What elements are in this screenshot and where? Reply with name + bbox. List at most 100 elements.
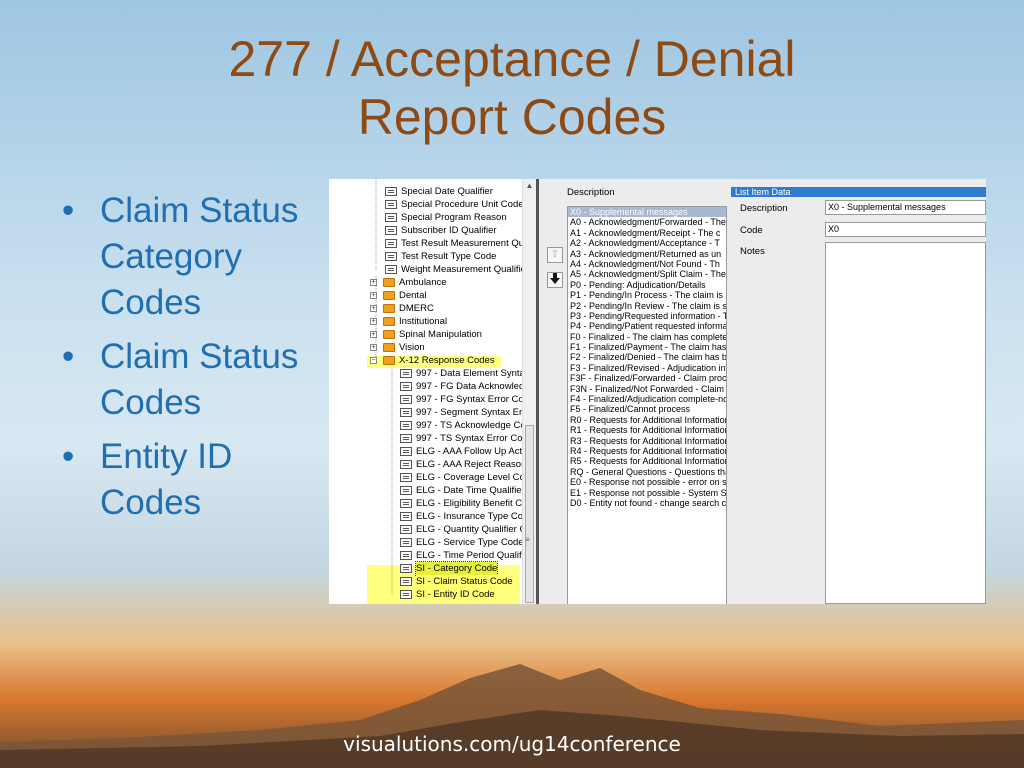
- expand-icon[interactable]: +: [370, 305, 377, 312]
- list-item[interactable]: R5 - Requests for Additional Information: [568, 456, 726, 466]
- expand-icon[interactable]: +: [370, 344, 377, 351]
- tree-item[interactable]: Special Procedure Unit Code: [385, 198, 524, 211]
- list-item[interactable]: F1 - Finalized/Payment - The claim has l: [568, 342, 726, 352]
- tree-item[interactable]: + Vision: [370, 341, 425, 354]
- list-item[interactable]: F4 - Finalized/Adjudication complete-no: [568, 394, 726, 404]
- list-item[interactable]: A3 - Acknowledgment/Returned as un: [568, 249, 726, 259]
- tree-item-label: 997 - TS Syntax Error Code: [416, 433, 534, 444]
- list-item[interactable]: P0 - Pending: Adjudication/Details: [568, 280, 726, 290]
- move-down-arrow-icon[interactable]: [547, 272, 563, 288]
- list-item[interactable]: X0 - Supplemental messages: [568, 207, 726, 218]
- list-item[interactable]: F3F - Finalized/Forwarded - Claim proce: [568, 373, 726, 383]
- tree-item-label: 997 - FG Syntax Error Code: [416, 394, 535, 405]
- tree-item[interactable]: Special Program Reason: [385, 211, 507, 224]
- document-icon: [400, 421, 412, 430]
- tree-item-label: Spinal Manipulation: [399, 329, 482, 340]
- tree-item[interactable]: ELG - AAA Reject Reason: [400, 458, 526, 471]
- list-item[interactable]: R4 - Requests for Additional Information: [568, 446, 726, 456]
- list-item[interactable]: D0 - Entity not found - change search cr: [568, 498, 726, 508]
- tree-item[interactable]: SI - Category Code: [400, 561, 499, 576]
- tree-item[interactable]: Weight Measurement Qualifier: [385, 263, 529, 276]
- tree-item[interactable]: Test Result Type Code: [385, 250, 496, 263]
- tree-item[interactable]: Test Result Measurement Qua: [385, 237, 529, 250]
- expand-icon[interactable]: +: [370, 279, 377, 286]
- list-item[interactable]: P4 - Pending/Patient requested informat: [568, 321, 726, 331]
- scroll-up-arrow-icon[interactable]: ▲: [524, 181, 535, 192]
- list-column-header: Description: [567, 187, 615, 198]
- list-item[interactable]: P3 - Pending/Requested information - T: [568, 311, 726, 321]
- tree-item[interactable]: − X-12 Response Codes: [370, 354, 495, 367]
- move-up-arrow-icon[interactable]: ⇧: [547, 247, 563, 263]
- tree-item[interactable]: ELG - Time Period Qualifier: [400, 549, 532, 562]
- tree-item-label: 997 - Data Element Syntax: [416, 368, 530, 379]
- tree-item[interactable]: ELG - Service Type Code: [400, 536, 524, 549]
- tree-item[interactable]: Subscriber ID Qualifier: [385, 224, 497, 237]
- tree-item[interactable]: ELG - Quantity Qualifier Co: [400, 523, 532, 536]
- list-item[interactable]: F2 - Finalized/Denied - The claim has be: [568, 352, 726, 362]
- document-icon: [385, 265, 397, 274]
- tree-item[interactable]: ELG - Date Time Qualifier: [400, 484, 525, 497]
- tree-item[interactable]: 997 - FG Data Acknowledg: [400, 380, 530, 393]
- tree-item[interactable]: + Institutional: [370, 315, 447, 328]
- tree-item[interactable]: Special Date Qualifier: [385, 185, 493, 198]
- list-item[interactable]: A4 - Acknowledgment/Not Found - Th: [568, 259, 726, 269]
- expand-icon[interactable]: +: [370, 292, 377, 299]
- notes-textarea[interactable]: [825, 242, 986, 604]
- tree-item[interactable]: + Ambulance: [370, 276, 447, 289]
- code-listbox[interactable]: X0 - Supplemental messages A0 - Acknowled…: [567, 206, 727, 604]
- list-item[interactable]: E0 - Response not possible - error on su: [568, 477, 726, 487]
- tree-item[interactable]: + DMERC: [370, 302, 434, 315]
- code-field[interactable]: X0: [825, 222, 986, 237]
- list-item[interactable]: R1 - Requests for Additional Information: [568, 425, 726, 435]
- collapse-icon[interactable]: −: [370, 357, 377, 364]
- list-item[interactable]: A2 - Acknowledgment/Acceptance - T: [568, 238, 726, 248]
- down-arrow-glyph: [550, 273, 560, 284]
- list-item-data-panel: List Item Data Description X0 - Suppleme…: [729, 179, 986, 604]
- bullet-dot-icon: •: [62, 337, 75, 376]
- tree-item[interactable]: 997 - Data Element Syntax: [400, 367, 530, 380]
- list-item[interactable]: F0 - Finalized - The claim has completed: [568, 332, 726, 342]
- description-field[interactable]: X0 - Supplemental messages: [825, 200, 986, 215]
- slide-title: 277 / Acceptance / Denial Report Codes: [0, 30, 1024, 146]
- list-item[interactable]: RQ - General Questions - Questions that: [568, 467, 726, 477]
- list-item[interactable]: E1 - Response not possible - System Sta: [568, 488, 726, 498]
- tree-scrollbar[interactable]: ▲ ≡: [522, 179, 536, 604]
- tree-item-label: ELG - AAA Reject Reason: [416, 459, 527, 470]
- list-item[interactable]: A0 - Acknowledgment/Forwarded - The: [568, 217, 726, 227]
- tree-item-label: ELG - AAA Follow Up Actio: [416, 446, 530, 457]
- tree-item[interactable]: SI - Entity ID Code: [400, 588, 495, 601]
- expand-icon[interactable]: +: [370, 318, 377, 325]
- code-label: Code: [740, 225, 763, 236]
- tree-item[interactable]: + Dental: [370, 289, 426, 302]
- tree-item-label: 997 - Segment Syntax Erro: [416, 407, 531, 418]
- document-icon: [400, 577, 412, 586]
- tree-item[interactable]: 997 - TS Syntax Error Code: [400, 432, 533, 445]
- app-screenshot: Special Date Qualifier Special Procedure …: [329, 179, 986, 604]
- list-item[interactable]: F3 - Finalized/Revised - Adjudication in…: [568, 363, 726, 373]
- bullet-dot-icon: •: [62, 437, 75, 476]
- tree-item[interactable]: ELG - AAA Follow Up Actio: [400, 445, 530, 458]
- list-item[interactable]: R3 - Requests for Additional Information: [568, 436, 726, 446]
- list-item[interactable]: A5 - Acknowledgment/Split Claim - The: [568, 269, 726, 279]
- tree-item-label: ELG - Date Time Qualifier: [416, 485, 525, 496]
- tree-item[interactable]: 997 - FG Syntax Error Code: [400, 393, 534, 406]
- scroll-thumb[interactable]: [525, 425, 534, 603]
- folder-icon: [383, 356, 395, 365]
- tree-item[interactable]: ELG - Insurance Type Cod: [400, 510, 528, 523]
- tree-item[interactable]: + Spinal Manipulation: [370, 328, 482, 341]
- list-item[interactable]: R0 - Requests for Additional Information: [568, 415, 726, 425]
- list-item[interactable]: F3N - Finalized/Not Forwarded - Claim p: [568, 384, 726, 394]
- list-item[interactable]: P1 - Pending/In Process - The claim is i: [568, 290, 726, 300]
- expand-icon[interactable]: +: [370, 331, 377, 338]
- tree-item[interactable]: 997 - Segment Syntax Erro: [400, 406, 531, 419]
- tree-item[interactable]: SI - Claim Status Code: [400, 575, 513, 588]
- list-item[interactable]: P2 - Pending/In Review - The claim is s: [568, 301, 726, 311]
- tree-item[interactable]: 997 - TS Acknowledge Co: [400, 419, 526, 432]
- tree-item-label: Subscriber ID Qualifier: [401, 225, 497, 236]
- list-item[interactable]: F5 - Finalized/Cannot process: [568, 404, 726, 414]
- tree-item[interactable]: ELG - Coverage Level Coc: [400, 471, 530, 484]
- list-item[interactable]: A1 - Acknowledgment/Receipt - The c: [568, 228, 726, 238]
- document-icon: [400, 538, 412, 547]
- tree-item[interactable]: ELG - Eligibility Benefit Coc: [400, 497, 532, 510]
- document-icon: [385, 187, 397, 196]
